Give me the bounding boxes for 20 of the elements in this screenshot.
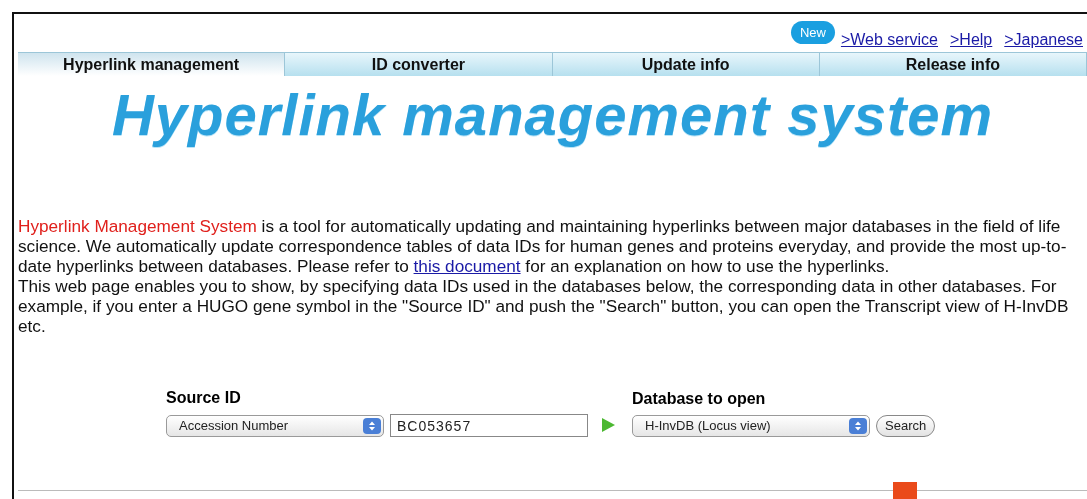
search-button[interactable]: Search <box>876 415 936 437</box>
dropdown[interactable]: Accession Number <box>166 414 384 437</box>
nav-link[interactable]: >Japanese <box>1004 28 1083 52</box>
dropdown[interactable]: H-InvDB (Locus view) <box>632 415 870 437</box>
marker-square <box>893 482 917 499</box>
description-paragraph: This web page enables you to show, by specifying data IDs used in the databases below, the corresponding data in other databases. For example, if you enter a HUGO gene symbol in the "Source ID" and push the "Search" button, you can open the Transcript view of H-InvDB etc. <box>18 276 1070 336</box>
intro-paragraph: Hyperlink Management System is a tool for automatically updating and maintaining hyperlinks between major databases in the field of life science. We automatically update correspondence tables of data IDs for human genes and proteins everyday, and provide the most up-to-date hyperlinks between databases. Please refer to this document for an explanation on how to use the hyperlinks. <box>18 216 1068 276</box>
nav-link[interactable]: >Help <box>950 28 993 52</box>
stepper-icon <box>363 417 381 434</box>
tab[interactable]: ID converter <box>285 52 553 76</box>
field-label: Database to open <box>632 389 767 409</box>
tab[interactable]: Hyperlink management <box>18 52 286 76</box>
nav-link[interactable]: >Web service <box>840 28 938 52</box>
tab[interactable]: Release info <box>819 52 1087 76</box>
field-label: Source ID <box>166 388 242 408</box>
document-link[interactable]: this document <box>413 256 521 276</box>
play-icon <box>600 417 616 433</box>
tab[interactable]: Update info <box>552 52 820 76</box>
input-field[interactable]: BC053657 <box>390 414 588 437</box>
stepper-icon <box>849 418 867 434</box>
